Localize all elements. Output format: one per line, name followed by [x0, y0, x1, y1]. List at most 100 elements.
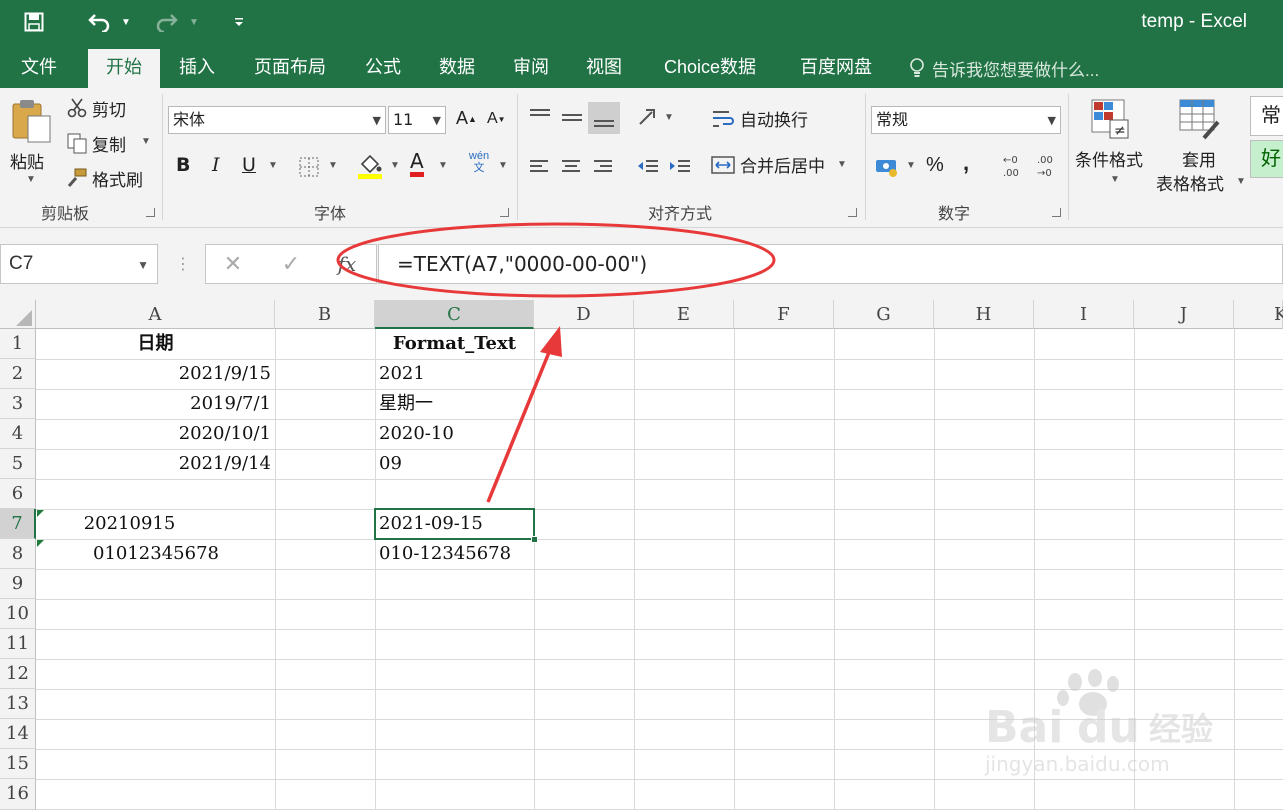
cell-c2[interactable]: 2021	[375, 359, 534, 389]
merge-dropdown-icon[interactable]: ▼	[837, 159, 847, 170]
font-color-button[interactable]: A	[410, 150, 424, 177]
tab-insert[interactable]: 插入	[166, 52, 228, 88]
customize-qat-icon[interactable]	[230, 8, 248, 36]
format-as-table-button[interactable]: 表格格式	[1156, 170, 1224, 195]
tab-formulas[interactable]: 公式	[352, 52, 414, 88]
cell-a3[interactable]: 2019/7/1	[36, 389, 275, 419]
phonetic-guide-button[interactable]: wén 文	[466, 150, 492, 174]
row-header-13[interactable]: 13	[0, 689, 36, 719]
border-dropdown-icon[interactable]: ▼	[328, 160, 338, 171]
row-header-7[interactable]: 7	[0, 509, 36, 539]
cancel-icon[interactable]: ✕	[218, 248, 248, 280]
redo-icon[interactable]	[152, 8, 182, 36]
align-middle-icon[interactable]	[560, 106, 584, 133]
row-header-15[interactable]: 15	[0, 749, 36, 779]
paste-dropdown-icon[interactable]: ▼	[26, 174, 36, 185]
percent-style-button[interactable]: %	[926, 154, 944, 177]
row-header-6[interactable]: 6	[0, 479, 36, 509]
orientation-dropdown-icon[interactable]: ▼	[664, 112, 674, 123]
cell-c5[interactable]: 09	[375, 449, 534, 479]
table-format-dropdown-icon[interactable]: ▼	[1236, 176, 1246, 187]
row-header-5[interactable]: 5	[0, 449, 36, 479]
align-left-icon[interactable]	[528, 156, 550, 181]
align-top-icon[interactable]	[528, 106, 552, 129]
formula-input[interactable]: =TEXT(A7,"0000-00-00")	[378, 244, 1283, 284]
increase-indent-icon[interactable]	[668, 156, 692, 181]
comma-style-button[interactable]: ,	[963, 150, 969, 176]
row-header-9[interactable]: 9	[0, 569, 36, 599]
insert-function-icon[interactable]: fx	[330, 248, 364, 280]
wrap-text-button[interactable]: 自动换行	[710, 106, 808, 131]
font-launcher-icon[interactable]	[500, 208, 509, 217]
tab-page-layout[interactable]: 页面布局	[240, 52, 340, 88]
tab-data[interactable]: 数据	[426, 52, 488, 88]
tell-me-search[interactable]: 告诉我您想要做什么...	[908, 55, 1099, 81]
row-header-11[interactable]: 11	[0, 629, 36, 659]
bold-button[interactable]: B	[176, 154, 190, 176]
tab-baidu-netdisk[interactable]: 百度网盘	[786, 52, 886, 88]
row-header-4[interactable]: 4	[0, 419, 36, 449]
align-right-icon[interactable]	[592, 156, 614, 181]
tab-view[interactable]: 视图	[573, 52, 635, 88]
style-good[interactable]: 好	[1250, 140, 1283, 178]
paste-icon[interactable]	[10, 98, 54, 147]
copy-dropdown-icon[interactable]: ▼	[141, 136, 151, 147]
row-header-12[interactable]: 12	[0, 659, 36, 689]
font-color-dropdown-icon[interactable]: ▼	[438, 160, 448, 171]
format-as-table-label-1[interactable]: 套用	[1182, 146, 1216, 171]
decrease-indent-icon[interactable]	[636, 156, 660, 181]
paste-button[interactable]: 粘贴	[10, 148, 44, 173]
save-icon[interactable]	[20, 8, 48, 36]
row-header-16[interactable]: 16	[0, 779, 36, 810]
style-normal[interactable]: 常	[1250, 96, 1283, 136]
shrink-font-icon[interactable]: A ▼	[487, 110, 506, 128]
enter-icon[interactable]: ✓	[276, 248, 306, 280]
tab-choice-data[interactable]: Choice数据	[650, 52, 770, 88]
drag-handle-icon[interactable]: ⋮	[175, 254, 191, 274]
clipboard-launcher-icon[interactable]	[146, 208, 155, 217]
merge-center-button[interactable]: 合并后居中 ▼	[710, 152, 847, 177]
tab-home[interactable]: 开始	[88, 49, 160, 88]
conditional-formatting-button[interactable]: 条件格式	[1075, 146, 1143, 171]
tab-review[interactable]: 审阅	[500, 52, 562, 88]
underline-button[interactable]: U	[242, 154, 256, 176]
cell-c8[interactable]: 010-12345678	[375, 539, 534, 569]
decrease-decimal-icon[interactable]: .00 →0	[1034, 152, 1060, 183]
align-bottom-icon[interactable]	[588, 102, 620, 134]
cut-button[interactable]: 剪切	[92, 96, 126, 121]
number-format-select[interactable]: 常规 ▼	[871, 106, 1061, 134]
conditional-dropdown-icon[interactable]: ▼	[1110, 174, 1120, 185]
cell-a5[interactable]: 2021/9/14	[36, 449, 275, 479]
row-header-2[interactable]: 2	[0, 359, 36, 389]
alignment-launcher-icon[interactable]	[848, 208, 857, 217]
fill-handle[interactable]	[531, 536, 538, 543]
cell-a7[interactable]: 20210915	[36, 509, 275, 539]
increase-decimal-icon[interactable]: ←0.00	[1000, 152, 1026, 183]
undo-icon[interactable]	[84, 8, 114, 36]
cell-c3[interactable]: 星期一	[375, 389, 534, 419]
cell-a1[interactable]: 日期	[36, 329, 275, 359]
align-center-icon[interactable]	[560, 156, 582, 181]
format-painter-button[interactable]: 格式刷	[92, 166, 143, 191]
accounting-dropdown-icon[interactable]: ▼	[906, 160, 916, 171]
row-header-14[interactable]: 14	[0, 719, 36, 749]
cell-c1[interactable]: Format_Text	[375, 329, 534, 359]
underline-dropdown-icon[interactable]: ▼	[268, 160, 278, 171]
grow-font-icon[interactable]: A ▲	[456, 108, 477, 129]
cell-c4[interactable]: 2020-10	[375, 419, 534, 449]
font-size-select[interactable]: 11 ▼	[388, 106, 446, 134]
fill-color-dropdown-icon[interactable]: ▼	[390, 160, 400, 171]
fill-color-icon[interactable]	[356, 152, 384, 183]
accounting-format-icon[interactable]	[874, 154, 900, 181]
row-header-10[interactable]: 10	[0, 599, 36, 629]
undo-dropdown-icon[interactable]: ▼	[118, 8, 134, 36]
row-header-1[interactable]: 1	[0, 329, 36, 359]
row-header-8[interactable]: 8	[0, 539, 36, 569]
cell-a2[interactable]: 2021/9/15	[36, 359, 275, 389]
phonetic-dropdown-icon[interactable]: ▼	[498, 160, 508, 171]
tab-file[interactable]: 文件	[8, 52, 70, 88]
name-box[interactable]: C7 ▼	[0, 244, 158, 284]
row-header-3[interactable]: 3	[0, 389, 36, 419]
border-icon[interactable]	[298, 156, 320, 181]
font-name-select[interactable]: 宋体 ▼	[168, 106, 386, 134]
